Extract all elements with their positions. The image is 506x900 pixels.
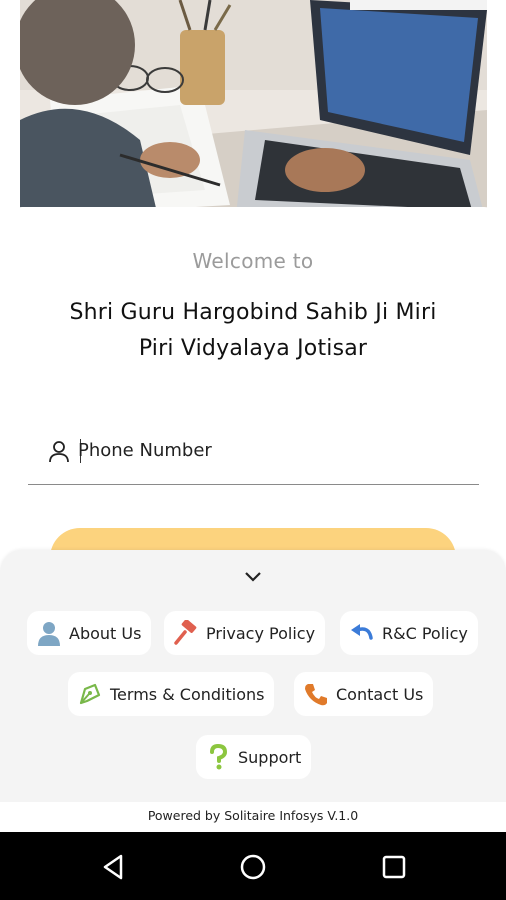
- gavel-icon: [172, 619, 200, 647]
- contact-us-label: Contact Us: [336, 684, 424, 704]
- terms-conditions-button[interactable]: Terms & Conditions: [68, 672, 275, 716]
- phone-icon: [302, 680, 330, 708]
- recent-square-icon[interactable]: [379, 852, 409, 882]
- user-outline-icon: [49, 441, 69, 463]
- welcome-text: Welcome to: [192, 249, 314, 273]
- back-triangle-icon[interactable]: [99, 852, 129, 882]
- powered-by-footer: Powered by Solitaire Infosys V.1.0: [0, 802, 506, 832]
- rc-policy-button[interactable]: R&C Policy: [340, 611, 478, 655]
- about-us-label: About Us: [69, 623, 142, 643]
- chevron-down-icon[interactable]: [243, 570, 263, 584]
- school-name: Shri Guru Hargobind Sahib Ji Miri Piri V…: [30, 295, 476, 367]
- rc-policy-label: R&C Policy: [382, 623, 468, 643]
- contact-us-button[interactable]: Contact Us: [294, 672, 434, 716]
- privacy-policy-label: Privacy Policy: [206, 623, 316, 643]
- school-name-line2: Piri Vidyalaya Jotisar: [138, 336, 368, 361]
- support-button[interactable]: Support: [196, 735, 312, 779]
- about-us-button[interactable]: About Us: [27, 611, 152, 655]
- login-card: Welcome to Shri Guru Hargobind Sahib Ji …: [0, 207, 506, 588]
- system-nav-bar: [0, 832, 506, 900]
- links-sheet: About Us Privacy Policy R&C Policy Terms…: [0, 550, 506, 802]
- terms-conditions-label: Terms & Conditions: [110, 684, 265, 704]
- pen-nib-icon: [76, 680, 104, 708]
- phone-number-input[interactable]: [78, 433, 468, 467]
- question-mark-icon: [204, 743, 232, 771]
- support-label: Support: [238, 747, 302, 767]
- privacy-policy-button[interactable]: Privacy Policy: [164, 611, 326, 655]
- undo-arrow-icon: [348, 619, 376, 647]
- school-name-line1: Shri Guru Hargobind Sahib Ji Miri: [69, 300, 437, 325]
- home-circle-icon[interactable]: [238, 852, 268, 882]
- hero-image: [20, 0, 487, 225]
- person-icon: [35, 619, 63, 647]
- phone-field[interactable]: [28, 433, 479, 485]
